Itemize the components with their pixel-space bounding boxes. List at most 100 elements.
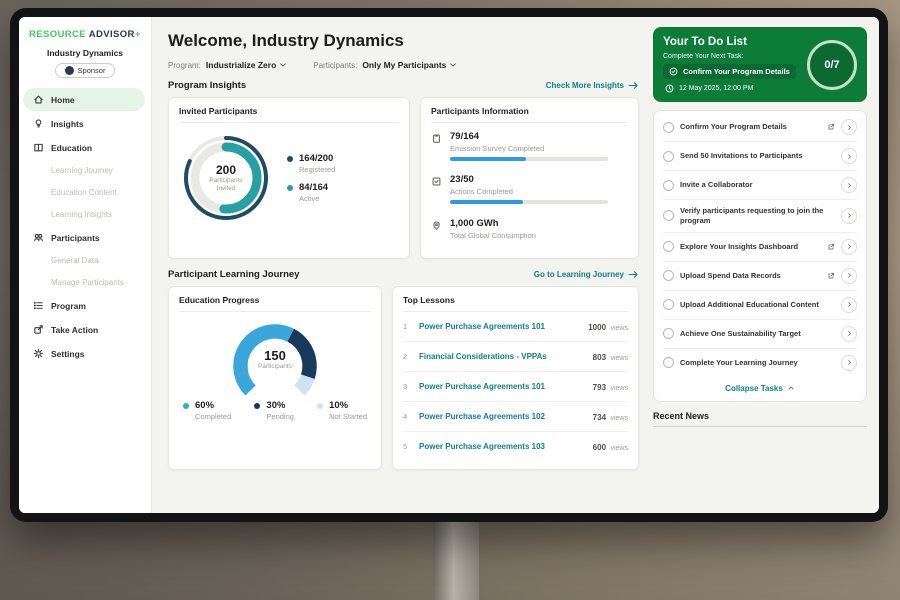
task-row[interactable]: Send 50 Invitations to Participants: [663, 142, 857, 171]
task-row[interactable]: Achieve One Sustainability Target: [663, 320, 857, 349]
card-title: Participants Information: [431, 106, 628, 123]
sidebar-item-manage-participants[interactable]: Manage Participants: [23, 272, 145, 293]
sidebar-item-label: Education: [51, 143, 92, 153]
task-row[interactable]: Confirm Your Program Details: [663, 113, 857, 142]
lesson-rank: 2: [403, 352, 411, 361]
sidebar-item-take-action[interactable]: Take Action: [23, 318, 145, 341]
stat-value: 79/164: [450, 131, 608, 142]
donut-center-value: 200: [216, 163, 236, 177]
legend-item: 10% Not Started: [317, 400, 367, 421]
chevron-right-icon: [846, 301, 853, 308]
task-row[interactable]: Complete Your Learning Journey: [663, 349, 857, 377]
logo-plus: +: [135, 29, 141, 40]
task-row[interactable]: Upload Additional Educational Content: [663, 291, 857, 320]
task-chevron-button[interactable]: [841, 268, 857, 284]
sidebar-item-label: Education Content: [51, 188, 117, 197]
todo-title: Your To Do List: [663, 36, 796, 48]
task-chevron-button[interactable]: [841, 326, 857, 342]
sidebar-item-insights[interactable]: Insights: [23, 112, 145, 135]
task-checkbox[interactable]: [663, 357, 674, 368]
home-icon: [33, 94, 44, 105]
education-gauge-chart: 150 Participants: [227, 318, 323, 404]
lesson-row: 2 Financial Considerations - VPPAs 803 v…: [403, 342, 628, 372]
task-checkbox[interactable]: [663, 151, 674, 162]
external-link-icon: [827, 272, 835, 280]
collapse-tasks-button[interactable]: Collapse Tasks: [663, 377, 857, 399]
progress-bar: [450, 157, 608, 161]
stat-label: Total Global Consumption: [450, 231, 536, 240]
lesson-views: 793 views: [593, 377, 628, 395]
program-filter-label: Program:: [168, 61, 201, 70]
participants-select[interactable]: Only My Participants: [362, 60, 457, 70]
sidebar-item-home[interactable]: Home: [23, 88, 145, 111]
sidebar-item-learning-journey[interactable]: Learning Journey: [23, 160, 145, 181]
sidebar-item-education[interactable]: Education: [23, 136, 145, 159]
legend-dot: [183, 403, 189, 409]
lesson-row: 4 Power Purchase Agreements 102 734 view…: [403, 402, 628, 432]
action-icon: [33, 324, 44, 335]
task-row[interactable]: Upload Spend Data Records: [663, 262, 857, 291]
task-chevron-button[interactable]: [841, 177, 857, 193]
top-lessons-card: Top Lessons 1 Power Purchase Agreements …: [392, 286, 639, 470]
participants-filter: Participants: Only My Participants: [313, 60, 457, 70]
todo-next-task-label: Confirm Your Program Details: [683, 67, 790, 76]
task-label: Invite a Collaborator: [680, 180, 835, 190]
chevron-right-icon: [846, 153, 853, 160]
card-title: Top Lessons: [403, 295, 628, 312]
recent-news-title: Recent News: [653, 411, 709, 421]
task-chevron-button[interactable]: [841, 355, 857, 371]
sidebar-item-participants[interactable]: Participants: [23, 226, 145, 249]
sponsor-label: Sponsor: [78, 66, 106, 75]
program-insights-section: Program Insights Check More Insights: [168, 80, 639, 91]
task-row[interactable]: Invite a Collaborator: [663, 171, 857, 200]
lesson-rank: 1: [403, 322, 411, 331]
task-chevron-button[interactable]: [841, 297, 857, 313]
task-checkbox[interactable]: [663, 328, 674, 339]
sidebar-item-general-data[interactable]: General Data: [23, 250, 145, 271]
task-checkbox[interactable]: [663, 299, 674, 310]
check-more-insights-link[interactable]: Check More Insights: [546, 81, 639, 90]
monitor-stand: [433, 518, 479, 600]
task-checkbox[interactable]: [663, 270, 674, 281]
task-checkbox[interactable]: [663, 122, 674, 133]
sidebar: RESOURCE ADVISOR+ Industry Dynamics Spon…: [19, 17, 152, 513]
program-select[interactable]: Industrialize Zero: [206, 60, 287, 70]
lesson-link[interactable]: Financial Considerations - VPPAs: [419, 352, 585, 361]
task-checkbox[interactable]: [663, 180, 674, 191]
task-checkbox[interactable]: [663, 241, 674, 252]
todo-subtitle: Complete Your Next Task:: [663, 53, 796, 60]
legend-dot: [287, 156, 293, 162]
gear-icon: [33, 348, 44, 359]
legend-label: Registered: [299, 165, 335, 174]
lesson-link[interactable]: Power Purchase Agreements 103: [419, 442, 585, 451]
lesson-link[interactable]: Power Purchase Agreements 101: [419, 322, 580, 331]
lesson-link[interactable]: Power Purchase Agreements 101: [419, 382, 585, 391]
sidebar-item-education-content[interactable]: Education Content: [23, 182, 145, 203]
chevron-right-icon: [846, 212, 853, 219]
logo-resource: RESOURCE: [29, 29, 86, 40]
task-label: Upload Spend Data Records: [680, 271, 821, 281]
task-chevron-button[interactable]: [841, 208, 857, 224]
learning-cards-row: Education Progress 150 Participants: [168, 286, 639, 470]
task-row[interactable]: Verify participants requesting to join t…: [663, 200, 857, 233]
sidebar-item-settings[interactable]: Settings: [23, 342, 145, 365]
sponsor-badge[interactable]: Sponsor: [55, 63, 116, 78]
go-to-learning-journey-link[interactable]: Go to Learning Journey: [534, 270, 639, 279]
lesson-link[interactable]: Power Purchase Agreements 102: [419, 412, 585, 421]
todo-due-date: 12 May 2025, 12:00 PM: [663, 84, 796, 93]
task-chevron-button[interactable]: [841, 119, 857, 135]
task-chevron-button[interactable]: [841, 148, 857, 164]
gauge-center-value: 150: [227, 348, 323, 363]
chevron-up-icon: [787, 384, 795, 392]
task-checkbox[interactable]: [663, 210, 674, 221]
task-label: Explore Your Insights Dashboard: [680, 242, 821, 252]
monitor-frame: RESOURCE ADVISOR+ Industry Dynamics Spon…: [10, 8, 888, 522]
task-row[interactable]: Explore Your Insights Dashboard: [663, 233, 857, 262]
lesson-row: 5 Power Purchase Agreements 103 600 view…: [403, 432, 628, 461]
sidebar-item-program[interactable]: Program: [23, 294, 145, 317]
task-label: Complete Your Learning Journey: [680, 358, 835, 368]
task-chevron-button[interactable]: [841, 239, 857, 255]
sidebar-item-learning-insights[interactable]: Learning Insights: [23, 204, 145, 225]
insights-cards-row: Invited Participants 200 Participants In…: [168, 97, 639, 259]
todo-next-task[interactable]: Confirm Your Program Details: [663, 64, 796, 79]
